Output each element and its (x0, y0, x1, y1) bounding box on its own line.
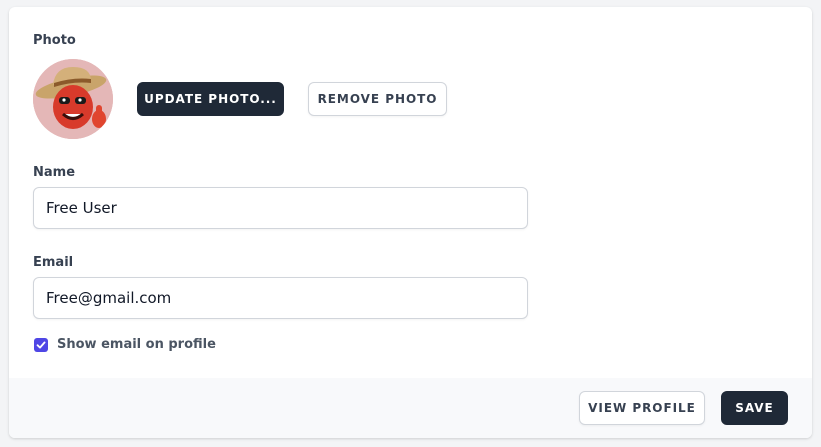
name-label: Name (33, 165, 76, 180)
update-photo-button[interactable]: UPDATE PHOTO... (137, 82, 284, 116)
email-label: Email (33, 255, 74, 270)
show-email-checkbox[interactable] (34, 338, 48, 352)
name-input[interactable] (33, 187, 528, 229)
remove-photo-button[interactable]: REMOVE PHOTO (308, 82, 447, 116)
card-footer: VIEW PROFILE SAVE (9, 378, 812, 438)
checkmark-icon (36, 341, 46, 349)
email-input[interactable] (33, 277, 528, 319)
photo-label: Photo (33, 33, 76, 48)
show-email-label: Show email on profile (57, 337, 216, 352)
view-profile-button[interactable]: VIEW PROFILE (579, 391, 705, 425)
save-button[interactable]: SAVE (721, 391, 788, 425)
avatar (33, 59, 113, 139)
avatar-cowboy-emoji-icon (33, 59, 113, 139)
profile-settings-card: Photo UPDATE PHOTO... REMOVE PHOTO Name … (9, 7, 812, 438)
